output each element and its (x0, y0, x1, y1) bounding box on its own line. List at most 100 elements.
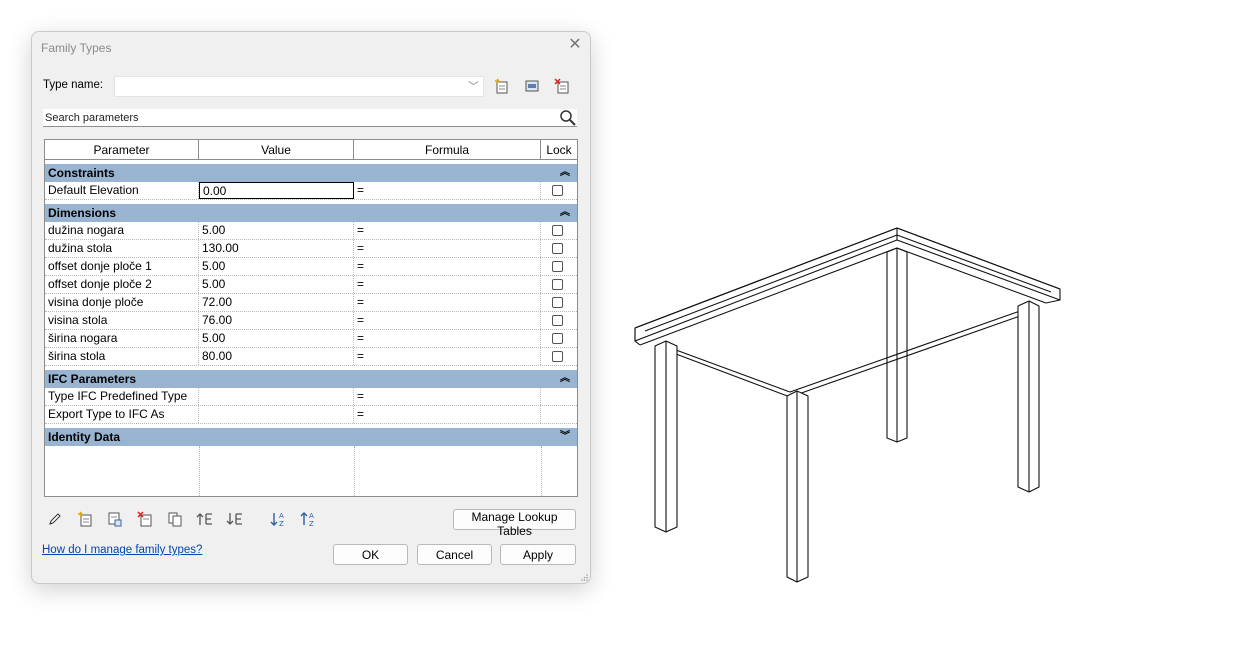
new-parameter-icon[interactable] (75, 509, 95, 529)
lock-checkbox[interactable] (552, 225, 563, 236)
search-input[interactable] (43, 109, 577, 127)
help-link[interactable]: How do I manage family types? (42, 544, 202, 556)
table-leg (1017, 300, 1040, 493)
value-field[interactable]: 80.00 (199, 348, 354, 365)
lock-checkbox[interactable] (552, 315, 563, 326)
table-row[interactable]: offset donje ploče 2 5.00 = (45, 276, 577, 294)
formula-field[interactable]: = (354, 258, 541, 275)
value-field[interactable]: 130.00 (199, 240, 354, 257)
delete-parameter-icon[interactable] (135, 509, 155, 529)
table-row[interactable]: offset donje ploče 1 5.00 = (45, 258, 577, 276)
lock-checkbox[interactable] (552, 351, 563, 362)
table-row[interactable]: Default Elevation 0.00 = (45, 182, 577, 200)
formula-field[interactable]: = (354, 276, 541, 293)
type-name-label: Type name: (43, 79, 104, 91)
formula-field[interactable]: = (354, 240, 541, 257)
collapse-icon[interactable]: ︽ (560, 370, 570, 388)
lock-cell (541, 240, 577, 257)
formula-field[interactable]: = (354, 406, 541, 423)
move-down-icon[interactable] (225, 509, 245, 529)
lock-cell (541, 222, 577, 239)
lower-rail (675, 315, 1021, 398)
group-label: Constraints (48, 166, 115, 180)
ok-button[interactable]: OK (333, 544, 408, 565)
table-row[interactable]: visina stola 76.00 = (45, 312, 577, 330)
value-field[interactable]: 76.00 (199, 312, 354, 329)
column-header-value[interactable]: Value (199, 140, 354, 160)
expand-icon[interactable]: ︾ (560, 428, 570, 446)
column-header-parameter[interactable]: Parameter (45, 140, 199, 160)
table-row[interactable]: visina donje ploče 72.00 = (45, 294, 577, 312)
copy-icon[interactable] (165, 509, 185, 529)
group-label: IFC Parameters (48, 372, 137, 386)
parameter-name: Export Type to IFC As (45, 406, 199, 423)
table-leg (886, 247, 908, 443)
parameter-name: širina stola (45, 348, 199, 365)
pencil-icon[interactable] (45, 509, 65, 529)
manage-lookup-tables-button[interactable]: Manage Lookup Tables (453, 509, 576, 538)
move-up-icon[interactable] (195, 509, 215, 529)
parameter-name: Default Elevation (45, 182, 199, 199)
formula-field[interactable]: = (354, 312, 541, 329)
table-row[interactable]: dužina stola 130.00 = (45, 240, 577, 258)
value-field[interactable]: 0.00 (199, 182, 354, 199)
lower-rail (675, 310, 1021, 393)
apply-button[interactable]: Apply (500, 544, 576, 565)
cancel-button[interactable]: Cancel (417, 544, 492, 565)
value-field[interactable] (199, 406, 354, 423)
column-header-formula[interactable]: Formula (354, 140, 541, 160)
value-field[interactable]: 5.00 (199, 276, 354, 293)
lock-cell (541, 348, 577, 365)
group-ifc-parameters[interactable]: IFC Parameters ︽ (45, 370, 577, 388)
lock-cell (541, 276, 577, 293)
formula-field[interactable]: = (354, 294, 541, 311)
formula-field[interactable]: = (354, 182, 541, 199)
group-identity-data[interactable]: Identity Data ︾ (45, 428, 577, 446)
column-divider (199, 446, 200, 496)
value-field[interactable]: 5.00 (199, 222, 354, 239)
resize-grip-icon[interactable] (580, 573, 588, 581)
svg-text:A: A (279, 512, 284, 520)
group-label: Identity Data (48, 430, 121, 444)
formula-field[interactable]: = (354, 348, 541, 365)
group-constraints[interactable]: Constraints ︽ (45, 164, 577, 182)
new-type-icon[interactable] (492, 76, 512, 96)
type-name-combo[interactable]: ﹀ (114, 76, 484, 97)
table-row[interactable]: širina stola 80.00 = (45, 348, 577, 366)
formula-field[interactable]: = (354, 388, 541, 405)
svg-text:Z: Z (309, 520, 314, 527)
table-row[interactable]: Export Type to IFC As = (45, 406, 577, 424)
sort-descending-icon[interactable]: AZ (299, 509, 319, 529)
value-field[interactable]: 5.00 (199, 258, 354, 275)
lock-checkbox[interactable] (552, 261, 563, 272)
search-icon[interactable] (559, 109, 577, 127)
value-field[interactable] (199, 388, 354, 405)
formula-field[interactable]: = (354, 222, 541, 239)
parameters-grid[interactable]: Parameter Value Formula Lock Constraints… (44, 139, 578, 497)
lock-checkbox[interactable] (552, 333, 563, 344)
table-row[interactable]: Type IFC Predefined Type = (45, 388, 577, 406)
value-field[interactable]: 5.00 (199, 330, 354, 347)
collapse-icon[interactable]: ︽ (560, 164, 570, 182)
group-dimensions[interactable]: Dimensions ︽ (45, 204, 577, 222)
formula-field[interactable]: = (354, 330, 541, 347)
lock-checkbox[interactable] (552, 297, 563, 308)
delete-type-icon[interactable] (552, 76, 572, 96)
lock-checkbox[interactable] (552, 243, 563, 254)
sort-ascending-icon[interactable]: AZ (269, 509, 289, 529)
svg-text:Z: Z (279, 520, 284, 527)
table-3d-view[interactable] (620, 210, 1080, 600)
lock-checkbox[interactable] (552, 279, 563, 290)
table-row[interactable]: dužina nogara 5.00 = (45, 222, 577, 240)
modify-parameter-icon[interactable] (105, 509, 125, 529)
value-field[interactable]: 72.00 (199, 294, 354, 311)
close-icon[interactable]: ✕ (568, 37, 582, 53)
table-row[interactable]: širina nogara 5.00 = (45, 330, 577, 348)
column-header-lock[interactable]: Lock (541, 140, 577, 160)
svg-text:A: A (309, 512, 314, 520)
lock-cell (541, 312, 577, 329)
lock-cell (541, 388, 577, 405)
lock-checkbox[interactable] (552, 185, 563, 196)
rename-type-icon[interactable] (522, 76, 542, 96)
collapse-icon[interactable]: ︽ (560, 204, 570, 222)
